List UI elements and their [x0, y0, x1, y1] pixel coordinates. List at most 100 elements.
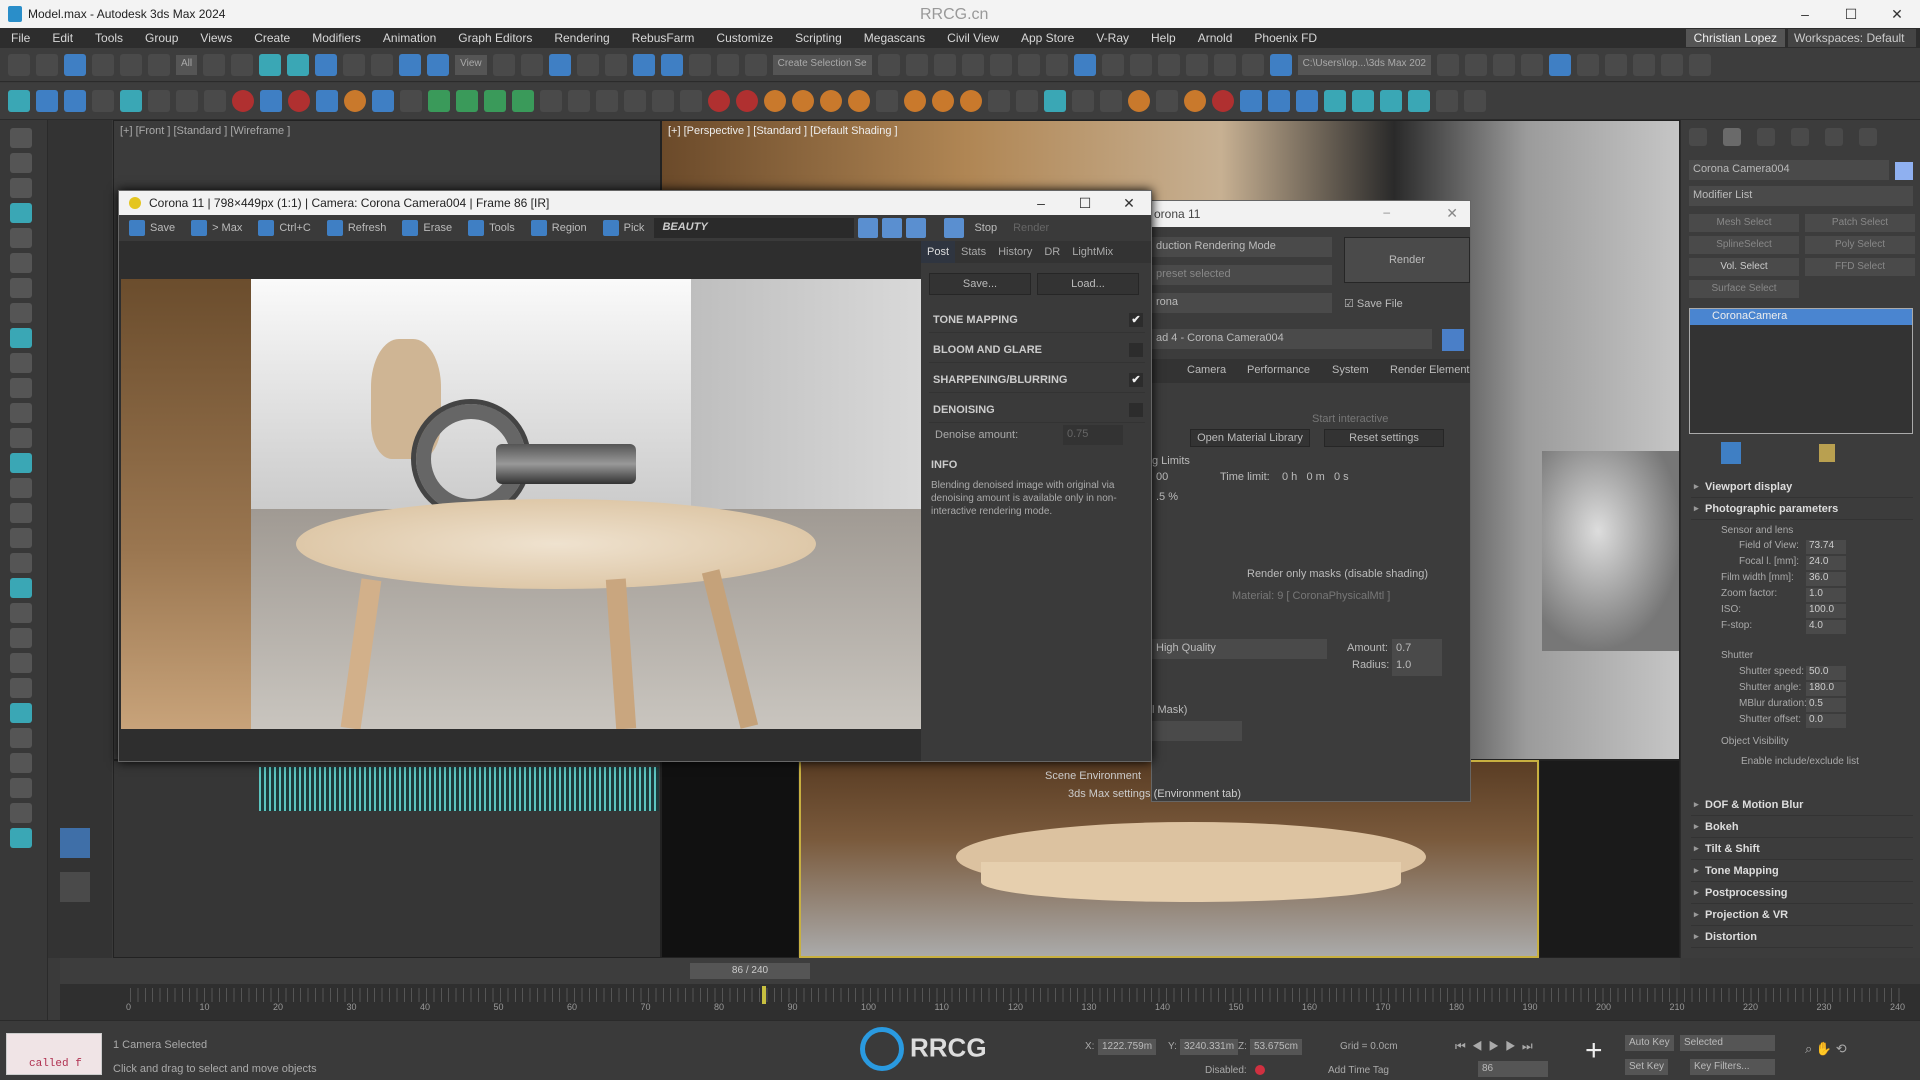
toolbar-icon[interactable]: [961, 53, 984, 76]
key-filters-button[interactable]: Key Filters...: [1690, 1059, 1775, 1075]
quality-dropdown[interactable]: High Quality: [1152, 639, 1327, 659]
render-button[interactable]: Render: [1344, 237, 1470, 283]
toolbar-icon[interactable]: [64, 53, 86, 76]
object-name-field[interactable]: Corona Camera004: [1689, 160, 1889, 180]
menu-tools[interactable]: Tools: [84, 31, 134, 45]
vfb-erase-button[interactable]: Erase: [396, 220, 458, 236]
open-material-library-button[interactable]: Open Material Library: [1190, 429, 1310, 447]
y-coord-field[interactable]: 3240.331m: [1180, 1039, 1239, 1055]
viewport-label[interactable]: [+] [Perspective ] [Standard ] [Default …: [668, 125, 898, 137]
lock-view-icon[interactable]: [1442, 329, 1464, 351]
toolbar-icon[interactable]: [1492, 53, 1515, 76]
toolbar-icon[interactable]: [36, 53, 58, 76]
menu-help[interactable]: Help: [1140, 31, 1187, 45]
toolbar-icon[interactable]: [876, 90, 898, 112]
toolbar-icon[interactable]: [1688, 53, 1711, 76]
mask-dropdown[interactable]: [1152, 721, 1242, 741]
toolbar-icon[interactable]: [492, 53, 515, 76]
param-field[interactable]: 100.0: [1806, 604, 1846, 618]
save-file-checkbox[interactable]: ☑ Save File: [1344, 297, 1403, 310]
toolbar-icon[interactable]: [315, 53, 338, 76]
vfb-pick-button[interactable]: Pick: [597, 220, 651, 236]
maximize-button[interactable]: ☐: [1063, 191, 1107, 215]
toolbar-icon[interactable]: [1604, 53, 1627, 76]
tool-icon[interactable]: [10, 303, 32, 323]
toolbar-dropdown[interactable]: C:\Users\lop...\3ds Max 202: [1297, 54, 1431, 75]
section-denoising[interactable]: DENOISING: [929, 397, 1145, 423]
object-color-swatch[interactable]: [1895, 162, 1913, 180]
toolbar-icon[interactable]: [512, 90, 534, 112]
toolbar-icon[interactable]: [548, 53, 571, 76]
toolbar-icon[interactable]: [259, 53, 282, 76]
param-field[interactable]: 73.74: [1806, 540, 1846, 554]
toolbar-icon[interactable]: [1213, 53, 1236, 76]
toolbar-icon[interactable]: [8, 90, 30, 112]
view-to-render-dropdown[interactable]: ad 4 - Corona Camera004: [1152, 329, 1432, 349]
modifier-button-mesh-select[interactable]: Mesh Select: [1689, 214, 1799, 232]
auto-key-button[interactable]: Auto Key: [1625, 1035, 1674, 1051]
toolbar-icon[interactable]: [989, 53, 1012, 76]
modifier-button-ffd-select[interactable]: FFD Select: [1805, 258, 1915, 276]
set-key-plus-icon[interactable]: +: [1585, 1035, 1615, 1069]
toolbar-icon[interactable]: [1129, 53, 1152, 76]
section-enable-checkbox[interactable]: [1129, 343, 1143, 357]
toolbar-icon[interactable]: [1632, 53, 1655, 76]
tool-icon[interactable]: [10, 353, 32, 373]
tool-icon[interactable]: [10, 153, 32, 173]
toolbar-dropdown[interactable]: View: [455, 54, 487, 75]
rollout-viewport-display[interactable]: Viewport display: [1691, 478, 1913, 498]
toolbar-icon[interactable]: [1073, 53, 1096, 76]
toolbar-icon[interactable]: [1241, 53, 1264, 76]
zoom-fit-icon[interactable]: [906, 218, 927, 238]
zoom-out-icon[interactable]: [882, 218, 903, 238]
toolbar-icon[interactable]: [520, 53, 543, 76]
toolbar-icon[interactable]: [988, 90, 1010, 112]
viewport-label[interactable]: [+] [Front ] [Standard ] [Wireframe ]: [120, 125, 290, 137]
toolbar-icon[interactable]: [736, 90, 758, 112]
render-button[interactable]: Render: [1007, 222, 1055, 234]
toolbar-icon[interactable]: [287, 53, 310, 76]
tool-icon[interactable]: [10, 578, 32, 598]
shutter-param-field[interactable]: 180.0: [1806, 682, 1846, 696]
utilities-tab-icon[interactable]: [1859, 128, 1877, 146]
vfb-save-button[interactable]: Save: [123, 220, 181, 236]
add-time-tag-button[interactable]: Add Time Tag: [1328, 1065, 1389, 1076]
color-picker-icon[interactable]: [944, 218, 965, 238]
shutter-param-field[interactable]: 0.5: [1806, 698, 1846, 712]
section-enable-checkbox[interactable]: [1129, 403, 1143, 417]
layout-tab-active[interactable]: [60, 828, 90, 858]
tool-icon[interactable]: [10, 128, 32, 148]
stack-item-coronacamera[interactable]: CoronaCamera: [1690, 309, 1912, 325]
override-material-button[interactable]: Material: 9 [ CoronaPhysicalMtl ]: [1232, 590, 1390, 602]
tool-icon[interactable]: [10, 728, 32, 748]
current-frame-field[interactable]: 86: [1478, 1061, 1548, 1077]
param-field[interactable]: 24.0: [1806, 556, 1846, 570]
create-tab-icon[interactable]: [1689, 128, 1707, 146]
tool-icon[interactable]: [10, 528, 32, 548]
toolbar-icon[interactable]: [764, 90, 786, 112]
menu-scripting[interactable]: Scripting: [784, 31, 853, 45]
tool-icon[interactable]: [10, 503, 32, 523]
rollout-bokeh[interactable]: Bokeh: [1691, 818, 1913, 838]
trackbar[interactable]: 0 10 20 30 40 50 60 70 80 90 100 110 120 130 140 150 160…: [60, 984, 1920, 1020]
section-bloom-and-glare[interactable]: BLOOM AND GLARE: [929, 337, 1145, 363]
vfb-refresh-button[interactable]: Refresh: [321, 220, 393, 236]
toolbar-icon[interactable]: [232, 90, 254, 112]
preset-dropdown[interactable]: preset selected: [1152, 265, 1332, 285]
zoom-icon[interactable]: ⌕ ✋ ⟲: [1805, 1041, 1847, 1057]
toolbar-icon[interactable]: [1185, 53, 1208, 76]
tab-render-elements[interactable]: Render Elements: [1390, 364, 1470, 376]
toolbar-icon[interactable]: [92, 90, 114, 112]
time-limit-hours[interactable]: 0 h 0 m 0 s: [1282, 471, 1349, 483]
toolbar-icon[interactable]: [1269, 53, 1292, 76]
record-icon[interactable]: [1255, 1065, 1265, 1075]
render-only-masks-checkbox[interactable]: Render only masks (disable shading): [1247, 568, 1428, 580]
render-mode-dropdown[interactable]: duction Rendering Mode: [1152, 237, 1332, 257]
rollout-projection-vr[interactable]: Projection & VR: [1691, 906, 1913, 926]
section-sharpening-blurring[interactable]: SHARPENING/BLURRING ✔: [929, 367, 1145, 393]
tool-icon[interactable]: [10, 453, 32, 473]
toolbar-icon[interactable]: [877, 53, 900, 76]
toolbar-icon[interactable]: [1436, 90, 1458, 112]
modifier-button-splineselect[interactable]: SplineSelect: [1689, 236, 1799, 254]
rollout-postprocessing[interactable]: Postprocessing: [1691, 884, 1913, 904]
